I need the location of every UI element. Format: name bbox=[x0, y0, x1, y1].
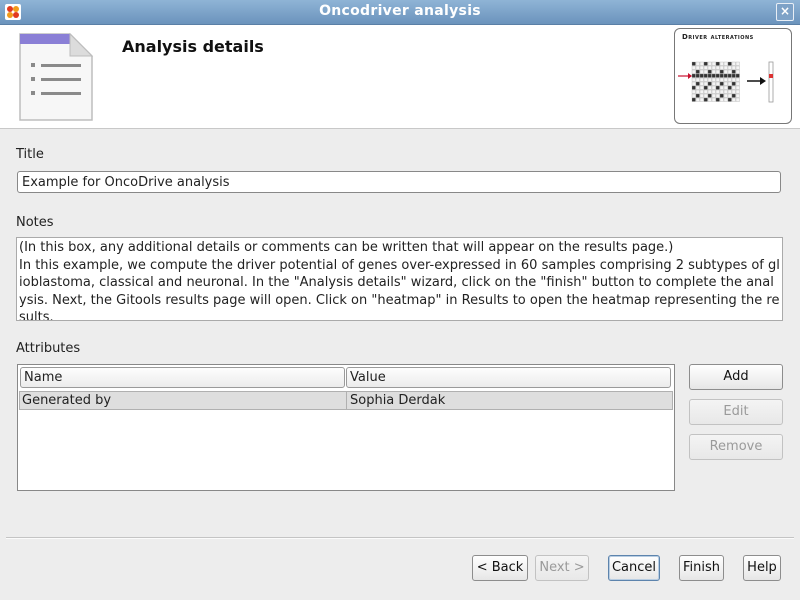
add-attribute-button[interactable]: Add bbox=[689, 364, 783, 390]
title-input[interactable]: Example for OncoDrive analysis bbox=[17, 171, 781, 193]
finish-button[interactable]: Finish bbox=[679, 555, 724, 581]
title-label: Title bbox=[16, 147, 44, 162]
close-window-button[interactable]: × bbox=[776, 3, 794, 21]
cancel-button[interactable]: Cancel bbox=[608, 555, 660, 581]
remove-attribute-button[interactable]: Remove bbox=[689, 434, 783, 460]
page-title: Analysis details bbox=[122, 37, 264, 56]
window-titlebar: Oncodriver analysis × bbox=[0, 0, 800, 25]
edit-attribute-button[interactable]: Edit bbox=[689, 399, 783, 425]
back-button[interactable]: < Back bbox=[472, 555, 528, 581]
wizard-header: Analysis details Driver alterations bbox=[0, 25, 800, 129]
document-icon bbox=[19, 32, 94, 121]
table-row[interactable]: Generated by Sophia Derdak bbox=[19, 391, 673, 410]
attribute-value-cell: Sophia Derdak bbox=[350, 393, 446, 408]
attribute-name-cell: Generated by bbox=[22, 393, 112, 408]
heatmap-arrow-icon bbox=[678, 61, 774, 103]
column-header-value[interactable]: Value bbox=[346, 367, 671, 388]
cell-divider bbox=[346, 392, 347, 409]
footer-separator bbox=[6, 537, 794, 539]
attributes-label: Attributes bbox=[16, 341, 81, 356]
driver-alterations-thumbnail: Driver alterations bbox=[674, 28, 792, 124]
window-title: Oncodriver analysis bbox=[319, 3, 481, 19]
help-button[interactable]: Help bbox=[743, 555, 781, 581]
next-button[interactable]: Next > bbox=[535, 555, 589, 581]
column-header-name[interactable]: Name bbox=[20, 367, 345, 388]
notes-textarea[interactable]: (In this box, any additional details or … bbox=[16, 237, 783, 321]
attributes-table: Name Value Generated by Sophia Derdak bbox=[17, 364, 675, 491]
notes-label: Notes bbox=[16, 215, 54, 230]
